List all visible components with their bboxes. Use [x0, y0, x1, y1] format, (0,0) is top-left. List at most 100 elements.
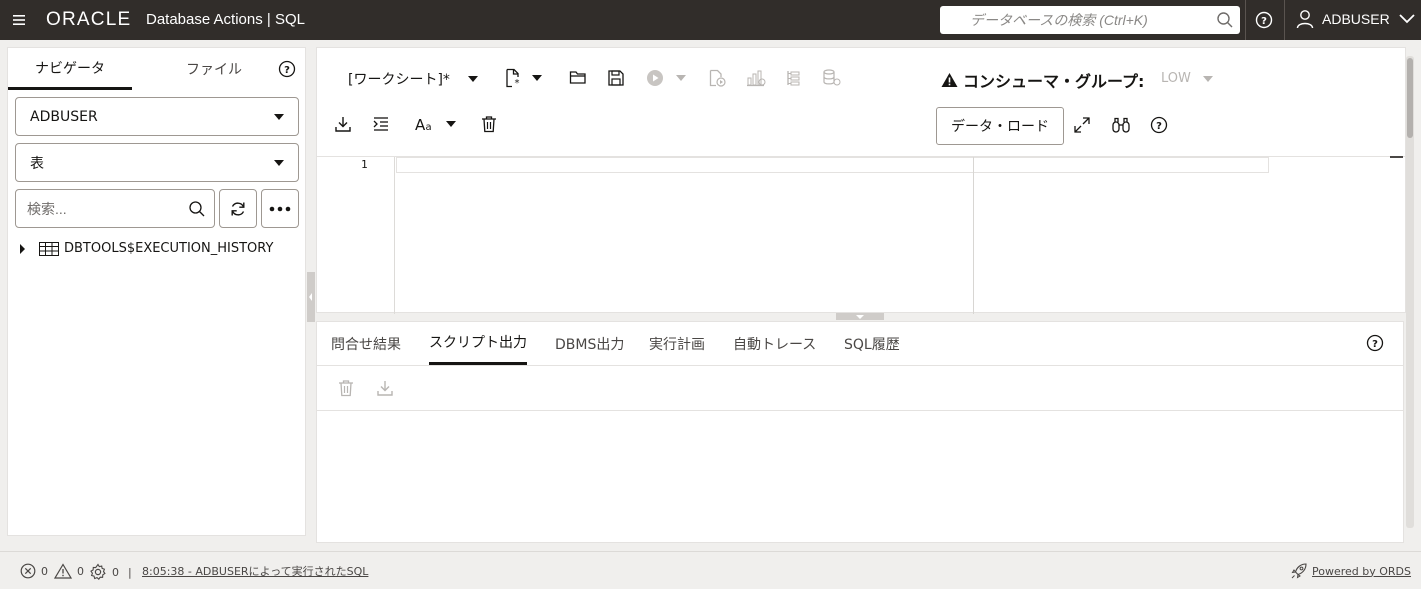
help-icon[interactable]: ?: [278, 60, 296, 78]
download-icon: [376, 379, 394, 397]
worksheet-label: [ワークシート]*: [348, 72, 450, 88]
more-icon: [269, 206, 291, 212]
gear-icon: [89, 563, 107, 581]
font-size-button[interactable]: Aa: [414, 116, 456, 132]
editor-scrollbar-thumb[interactable]: [1407, 58, 1413, 138]
expand-icon: [1073, 116, 1091, 134]
warning-icon: [54, 563, 72, 579]
status-bar: 0 0 0 | 8:05:38 - ADBUSERによって実行されたSQL Po…: [0, 551, 1421, 589]
run-script-button[interactable]: [708, 69, 726, 87]
open-file-button[interactable]: [569, 69, 587, 85]
tab-explain-plan[interactable]: 実行計画: [649, 322, 705, 365]
tab-navigator[interactable]: ナビゲータ: [8, 48, 132, 90]
warning-count[interactable]: 0: [54, 563, 84, 579]
editor-output-splitter[interactable]: [836, 313, 884, 320]
download-output-button[interactable]: [376, 379, 394, 397]
autotrace-button[interactable]: [784, 69, 802, 87]
global-search[interactable]: [940, 6, 1240, 34]
tab-autotrace[interactable]: 自動トレース: [733, 322, 816, 365]
oracle-logo: ORACLE: [46, 9, 132, 30]
tree-item[interactable]: DBTOOLS$EXECUTION_HISTORY: [20, 241, 273, 256]
find-button[interactable]: [1111, 116, 1131, 134]
rocket-icon: [1291, 563, 1307, 579]
save-icon: [607, 69, 625, 87]
binoculars-icon: [1111, 116, 1131, 134]
sql-tuning-button[interactable]: [822, 69, 842, 87]
task-count-value: 0: [112, 565, 119, 579]
caret-down-icon: [446, 121, 456, 127]
refresh-button[interactable]: [219, 189, 257, 228]
consumer-group-select[interactable]: LOW: [1161, 71, 1213, 86]
new-file-icon: *: [504, 68, 522, 88]
tree-item-label: DBTOOLS$EXECUTION_HISTORY: [64, 241, 274, 256]
new-worksheet-button[interactable]: *: [504, 68, 542, 88]
header-divider: [1284, 0, 1285, 40]
caret-down-icon[interactable]: [532, 75, 542, 81]
panel-splitter-handle[interactable]: [307, 272, 315, 322]
worksheet-menu[interactable]: [ワークシート]*: [348, 69, 478, 89]
help-icon[interactable]: ?: [1255, 11, 1273, 29]
global-search-input[interactable]: [940, 6, 1210, 34]
more-actions-button[interactable]: [261, 189, 299, 228]
powered-by-ords[interactable]: Powered by ORDS: [1291, 563, 1411, 579]
hamburger-menu-icon[interactable]: [10, 11, 30, 29]
schema-select-value: ADBUSER: [30, 108, 98, 125]
error-count-value: 0: [41, 564, 48, 578]
task-count[interactable]: 0 |: [89, 563, 132, 581]
svg-text:a: a: [426, 122, 432, 132]
tab-sql-history[interactable]: SQL履歴: [844, 322, 900, 365]
object-search[interactable]: [15, 189, 215, 228]
tab-dbms-output[interactable]: DBMS出力: [555, 322, 624, 365]
tab-script-output[interactable]: スクリプト出力: [429, 322, 527, 365]
user-name: ADBUSER: [1322, 11, 1390, 27]
navigator-panel: ナビゲータ ファイル ? ADBUSER 表 DBTOOLS$EXECUTION…: [7, 47, 306, 536]
object-search-input[interactable]: [16, 190, 186, 227]
expand-button[interactable]: [1073, 116, 1091, 134]
tab-query-result[interactable]: 問合せ結果: [331, 322, 401, 365]
user-menu[interactable]: ADBUSER: [1296, 9, 1416, 29]
run-statement-button[interactable]: [646, 69, 686, 87]
last-execution-link[interactable]: 8:05:38 - ADBUSERによって実行されたSQL: [142, 563, 368, 579]
powered-by-link[interactable]: Powered by ORDS: [1312, 565, 1411, 578]
explain-plan-icon: [746, 69, 766, 87]
download-button[interactable]: [334, 115, 352, 133]
schema-select[interactable]: ADBUSER: [15, 97, 299, 136]
refresh-icon: [229, 200, 247, 218]
output-panel: 問合せ結果 スクリプト出力 DBMS出力 実行計画 自動トレース SQL履歴 ?: [316, 321, 1404, 543]
error-icon: [20, 563, 36, 579]
expand-caret-icon[interactable]: [20, 243, 25, 254]
explain-plan-button[interactable]: [746, 69, 766, 87]
search-icon[interactable]: [1216, 11, 1234, 29]
object-type-select[interactable]: 表: [15, 143, 299, 182]
trash-icon: [338, 379, 354, 397]
indent-icon: [372, 115, 390, 133]
caret-down-icon: [676, 75, 686, 81]
help-icon[interactable]: ?: [1366, 334, 1384, 352]
table-icon: [39, 241, 59, 256]
data-load-button[interactable]: データ・ロード: [936, 107, 1064, 145]
warning-icon: [941, 72, 958, 88]
chevron-down-icon: [1398, 13, 1416, 25]
caret-down-icon: [274, 160, 284, 166]
save-button[interactable]: [607, 69, 625, 87]
consumer-group-label: コンシューマ・グループ:: [941, 68, 1144, 92]
svg-text:?: ?: [1372, 339, 1378, 350]
consumer-group-value: LOW: [1161, 71, 1191, 86]
clear-output-button[interactable]: [338, 379, 354, 397]
gutter-divider: [394, 157, 395, 314]
tab-files[interactable]: ファイル: [158, 48, 270, 90]
format-button[interactable]: [372, 115, 390, 133]
help-icon[interactable]: ?: [1150, 116, 1168, 134]
download-icon: [334, 115, 352, 133]
tab-underline-divider: [317, 365, 1403, 366]
trash-icon: [481, 115, 497, 133]
code-editor[interactable]: 1: [317, 156, 1405, 314]
warning-count-value: 0: [77, 564, 84, 578]
svg-text:*: *: [515, 78, 520, 88]
clear-button[interactable]: [481, 115, 497, 133]
sql-editor-panel: [ワークシート]* * コンシューマ・グループ: LOW A a データ・ロード…: [316, 47, 1406, 314]
search-icon[interactable]: [188, 200, 206, 218]
header-divider: [1245, 0, 1246, 40]
caret-down-icon: [274, 114, 284, 120]
error-count[interactable]: 0: [20, 563, 48, 579]
